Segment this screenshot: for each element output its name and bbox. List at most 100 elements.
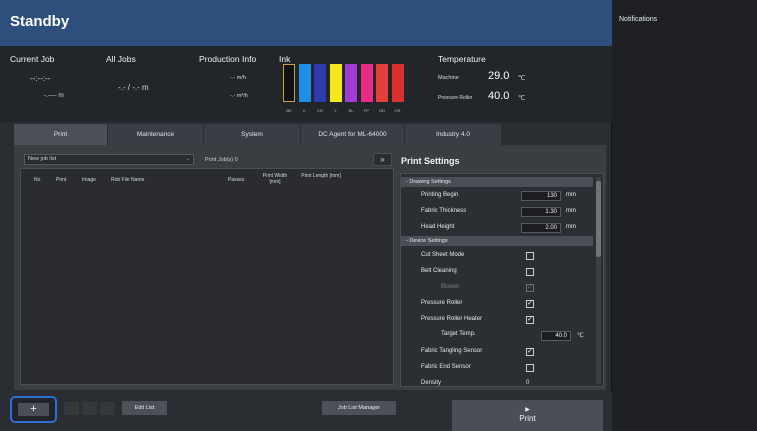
page-title: Standby: [10, 13, 70, 30]
ink-bar-y: [329, 64, 342, 102]
production-info-label: Production Info: [199, 54, 257, 64]
current-job-length: -.---- m: [44, 92, 64, 99]
ink-label-or: OR: [394, 108, 401, 113]
print-settings-title: Print Settings: [401, 156, 460, 166]
cut-sheet-mode-label: Cut Sheet Mode: [421, 252, 465, 258]
fabric-thickness-input[interactable]: 1.30: [521, 207, 561, 217]
ink-label-y: Y: [334, 108, 337, 113]
ink-bar-bl: [345, 64, 357, 102]
fabric-thickness-unit: mm: [566, 208, 576, 214]
notifications-title: Notifications: [619, 16, 658, 23]
ink-bar-rd: [376, 64, 388, 102]
current-job-time: --:--:--: [30, 74, 51, 83]
cut-sheet-mode-checkbox[interactable]: [526, 252, 534, 260]
toolbar-button-disabled-3: [100, 402, 115, 415]
tab-industry-4[interactable]: Industry 4.0: [405, 124, 502, 145]
ink-label-c: C: [303, 108, 306, 113]
machine-temp-unit: ℃: [518, 75, 526, 82]
print-job-count: Print Job(s) 0: [205, 157, 238, 163]
target-temp-label: Target Temp.: [441, 331, 476, 337]
print-button[interactable]: ▶ Print: [452, 400, 603, 431]
notifications-panel: Notifications: [612, 0, 757, 431]
chevron-down-icon: ⌄: [185, 156, 190, 162]
fabric-end-sensor-label: Fabric End Sensor: [421, 364, 471, 370]
tab-print[interactable]: Print: [14, 124, 108, 145]
current-job-label: Current Job: [10, 54, 55, 64]
print-settings-scrollbar[interactable]: [596, 177, 601, 384]
add-job-button[interactable]: +: [10, 396, 57, 423]
machine-temp-label: Machine: [438, 75, 459, 81]
section-drawing-settings[interactable]: - Drawing Settings: [401, 177, 593, 187]
roller-temp-unit: ℃: [518, 95, 526, 102]
pressure-roller-heater-checkbox[interactable]: ✓: [526, 316, 534, 324]
ink-label: Ink: [279, 54, 291, 64]
production-rate-area: -.- m²/h: [230, 93, 248, 99]
pressure-roller-label: Pressure Roller: [421, 300, 463, 306]
column-header-passes: Passes: [228, 177, 245, 183]
section-device-settings[interactable]: - Device Settings: [401, 236, 593, 246]
main-app: Standby Current Job --:--:-- -.---- m Al…: [0, 0, 612, 431]
ink-label-fp: FP: [363, 108, 370, 113]
temperature-label: Temperature: [438, 54, 486, 64]
all-jobs-value: -.- / -.- m: [118, 83, 149, 92]
density-label: Density: [421, 380, 442, 386]
column-header-file-name: Rob File Name: [111, 177, 145, 183]
ink-label-bl: BL: [348, 108, 354, 113]
blower-label: Blower: [441, 284, 460, 290]
expand-panel-button[interactable]: »: [373, 153, 392, 166]
status-panel: Current Job --:--:-- -.---- m All Jobs -…: [0, 46, 612, 122]
ink-bar-bk: [283, 64, 295, 102]
tab-dc-agent[interactable]: DC Agent for ML-64000: [301, 124, 405, 145]
head-height-label: Head Height: [421, 224, 455, 230]
printing-begin-input[interactable]: 130: [521, 191, 561, 201]
title-bar: Standby: [0, 0, 612, 46]
toolbar-button-disabled-2: [82, 402, 97, 415]
ink-bar-c: [298, 64, 311, 102]
printing-begin-unit: mm: [566, 192, 576, 198]
add-job-button-label: +: [18, 403, 49, 416]
print-settings-list[interactable]: - Drawing Settings Printing Begin 130 mm…: [400, 173, 604, 387]
job-table[interactable]: No Print Image Rob File Name Passes Prin…: [20, 168, 394, 385]
job-list-manager-button[interactable]: Job List Manager: [322, 401, 396, 415]
blower-checkbox: ✓: [526, 284, 534, 292]
play-icon: ▶: [525, 407, 530, 413]
job-list-select-value: New job list: [28, 156, 57, 162]
roller-temp-value: 40.0: [488, 90, 510, 102]
fabric-end-sensor-checkbox[interactable]: [526, 364, 534, 372]
column-header-print: Print: [56, 177, 67, 183]
pressure-roller-heater-label: Pressure Roller Heater: [421, 316, 483, 322]
roller-temp-label: Pressure Roller: [438, 95, 473, 101]
ink-bar-cr: [314, 64, 326, 102]
head-height-input[interactable]: 2.00: [521, 223, 561, 233]
column-header-no: No: [34, 177, 41, 183]
production-rate-length: -.- m/h: [230, 75, 246, 81]
belt-cleaning-checkbox[interactable]: [526, 268, 534, 276]
print-panel: New job list ⌄ Print Job(s) 0 » No Print…: [14, 145, 606, 390]
edit-list-button[interactable]: Edit List: [122, 401, 167, 415]
printing-begin-label: Printing Begin: [421, 192, 459, 198]
column-header-image: Image: [82, 177, 96, 183]
target-temp-input[interactable]: 40.0: [541, 331, 571, 341]
fabric-tangling-sensor-label: Fabric Tangling Sensor: [421, 348, 483, 354]
print-button-label: Print: [519, 414, 536, 423]
all-jobs-label: All Jobs: [106, 54, 136, 64]
ink-bar-fp: [360, 64, 373, 102]
machine-temp-value: 29.0: [488, 70, 510, 82]
scrollbar-thumb[interactable]: [596, 181, 601, 257]
target-temp-unit: ℃: [577, 333, 584, 339]
ink-label-cr: CR: [317, 108, 323, 113]
fabric-tangling-sensor-checkbox[interactable]: ✓: [526, 348, 534, 356]
column-header-print-length: Print Length [mm]: [301, 173, 341, 179]
ink-bar-or: [391, 64, 404, 102]
tab-maintenance[interactable]: Maintenance: [108, 124, 204, 145]
job-list-select[interactable]: New job list ⌄: [24, 154, 194, 165]
bottom-toolbar: + Edit List Job List Manager ▶ Print: [0, 391, 612, 431]
pressure-roller-checkbox[interactable]: ✓: [526, 300, 534, 308]
belt-cleaning-label: Belt Cleaning: [421, 268, 457, 274]
column-header-print-width: Print Width [mm]: [262, 173, 288, 185]
ink-label-bk: BK: [286, 108, 292, 113]
density-value[interactable]: 0: [526, 380, 529, 386]
ink-label-rd: RD: [379, 108, 385, 113]
tab-system[interactable]: System: [204, 124, 301, 145]
toolbar-button-disabled-1: [64, 402, 79, 415]
